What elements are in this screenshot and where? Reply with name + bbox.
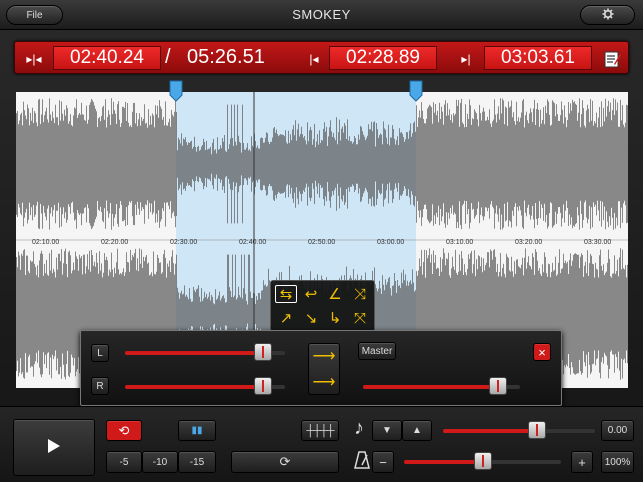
- music-note-icon: ♪: [354, 417, 364, 439]
- skip-to-start-icon[interactable]: ▸|◂: [21, 49, 47, 69]
- notes-icon[interactable]: [599, 49, 625, 69]
- loop-start-marker[interactable]: [169, 80, 183, 107]
- arrow-down-icon: ▼: [382, 425, 392, 436]
- route-left-arrow-icon: ⟶: [312, 348, 336, 365]
- ruler-tick-label: 03:00.00: [377, 239, 405, 246]
- time-bar: ▸|◂ 02:40.24 / 05:26.51 |◂ 02:28.89 ▸| 0…: [14, 41, 629, 74]
- ruler-tick-label: 02:40.00: [239, 239, 267, 246]
- channel-mixer-popup: L R ⟶ ⟶ Master ×: [80, 330, 562, 406]
- loop-icon: ⟲: [118, 422, 130, 438]
- pitch-track[interactable]: [443, 429, 595, 433]
- ruler-tick-label: 03:20.00: [515, 239, 543, 246]
- fx-merge-icon[interactable]: ↳: [324, 309, 346, 327]
- loop-toggle-button[interactable]: ⟲: [106, 420, 142, 441]
- song-title: SMOKEY: [292, 7, 351, 22]
- fx-swap-icon[interactable]: ⤧: [349, 309, 371, 327]
- master-volume-slider[interactable]: [489, 377, 508, 395]
- equalizer-button[interactable]: ┼┼┼┼: [301, 420, 339, 441]
- channel-routing-button[interactable]: ⟶ ⟶: [308, 343, 340, 395]
- top-bar: File SMOKEY: [0, 0, 643, 30]
- replay-button[interactable]: ⟳: [231, 451, 339, 473]
- current-position: 02:40.24: [53, 46, 161, 70]
- effect-selector: ⇆ ↩ ∠ ⤨ ↗ ↘ ↳ ⤧: [270, 280, 375, 332]
- fx-cross-icon[interactable]: ⤨: [349, 285, 371, 303]
- ruler-tick-label: 02:10.00: [32, 239, 60, 246]
- equalizer-icon: ┼┼┼┼: [306, 424, 334, 437]
- ruler-tick-label: 03:30.00: [584, 239, 612, 246]
- loop-start-time[interactable]: 02:28.89: [329, 46, 437, 70]
- skip-back-5-button[interactable]: -5: [106, 451, 142, 473]
- bookmark-button[interactable]: ▮▮: [178, 420, 216, 441]
- pitch-up-button[interactable]: ▲: [402, 420, 432, 441]
- skip-back-10-button[interactable]: -10: [142, 451, 178, 473]
- master-button[interactable]: Master: [358, 342, 396, 360]
- fx-ramp-up-icon[interactable]: ↗: [275, 309, 297, 327]
- loop-end-icon[interactable]: ▸|: [453, 49, 479, 69]
- ruler-tick-label: 02:20.00: [101, 239, 129, 246]
- pitch-value: 0.00: [601, 420, 634, 441]
- gear-icon: [602, 8, 614, 23]
- tempo-slider[interactable]: [473, 452, 492, 470]
- metronome-icon: [354, 451, 370, 474]
- right-channel-button[interactable]: R: [91, 377, 109, 395]
- left-channel-button[interactable]: L: [91, 344, 109, 362]
- bookmark-icon: ▮▮: [191, 425, 203, 436]
- fx-loop-icon[interactable]: ⇆: [275, 285, 297, 303]
- fx-reverse-icon[interactable]: ↩: [300, 285, 322, 303]
- replay-icon: ⟳: [279, 454, 291, 469]
- ruler-tick-label: 02:50.00: [308, 239, 336, 246]
- close-mixer-button[interactable]: ×: [533, 343, 551, 361]
- play-icon: [47, 438, 61, 457]
- ruler-tick-label: 03:10.00: [446, 239, 474, 246]
- time-separator: /: [165, 46, 171, 68]
- settings-button[interactable]: [580, 5, 635, 25]
- fx-fade-icon[interactable]: ∠: [324, 285, 346, 303]
- loop-start-icon[interactable]: |◂: [301, 49, 327, 69]
- tempo-plus-button[interactable]: +: [571, 451, 593, 473]
- pitch-slider[interactable]: [528, 421, 547, 439]
- tempo-value: 100%: [601, 451, 634, 473]
- left-volume-slider[interactable]: [253, 343, 272, 361]
- loop-end-time[interactable]: 03:03.61: [484, 46, 592, 70]
- tempo-minus-button[interactable]: −: [372, 451, 394, 473]
- right-volume-slider[interactable]: [253, 377, 272, 395]
- total-duration: 05:26.51: [187, 46, 265, 68]
- play-button[interactable]: [13, 419, 95, 476]
- fx-ramp-down-icon[interactable]: ↘: [300, 309, 322, 327]
- app-window: File SMOKEY ▸|◂ 02:40.24 / 05:26.51 |◂ 0…: [0, 0, 643, 482]
- transport-panel: ⟲ ▮▮ -5 -10 -15 ⟳ ┼┼┼┼ ♪ ▼ ▲ 0.00 − + 10…: [0, 406, 643, 482]
- route-right-arrow-icon: ⟶: [312, 374, 336, 391]
- arrow-up-icon: ▲: [412, 425, 422, 436]
- pitch-down-button[interactable]: ▼: [372, 420, 402, 441]
- loop-end-marker[interactable]: [409, 80, 423, 107]
- ruler-tick-label: 02:30.00: [170, 239, 198, 246]
- skip-back-15-button[interactable]: -15: [178, 451, 216, 473]
